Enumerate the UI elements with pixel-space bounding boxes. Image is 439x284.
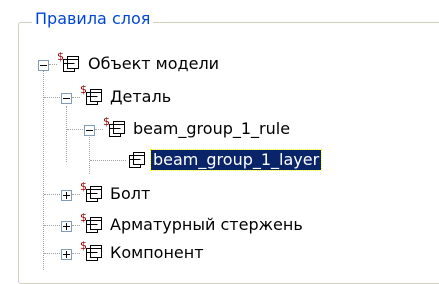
tree-item-label: Компонент [110,243,204,262]
tree-item-label: Деталь [110,87,172,106]
window-tree-node-icon [86,217,102,233]
tree-item-beam-group-layer[interactable]: beam_group_1_layer [0,147,439,173]
tree-item-label: Болт [110,184,151,203]
plus-box-icon[interactable] [61,249,72,260]
tree-item-label: beam_group_1_rule [133,119,291,138]
window-tree-node-icon [86,89,102,105]
tree-item-label: Арматурный стержень [110,215,303,234]
minus-box-icon[interactable] [61,93,72,104]
window-tree-node-icon [86,186,102,202]
tree-item-model-object[interactable]: $ Объект модели [0,51,439,77]
layer-rules-tree: $ Объект модели $ Деталь $ beam_group_1_… [0,0,439,272]
window-tree-node-icon [63,56,79,72]
tree-item-bolt[interactable]: $ Болт [0,181,439,207]
tree-item-rebar[interactable]: $ Арматурный стержень [0,212,439,238]
tree-item-label-selected: beam_group_1_layer [149,149,323,171]
plus-box-icon[interactable] [61,190,72,201]
window-tree-node-icon [109,121,125,137]
window-tree-node-icon [86,245,102,261]
minus-box-icon[interactable] [38,60,49,71]
tree-item-detail[interactable]: $ Деталь [0,84,439,110]
plus-box-icon[interactable] [61,221,72,232]
minus-box-icon[interactable] [84,125,95,136]
window-tree-node-icon [129,152,145,168]
tree-item-label: Объект модели [88,54,220,73]
tree-item-beam-group-rule[interactable]: $ beam_group_1_rule [0,116,439,142]
tree-item-component[interactable]: $ Компонент [0,240,439,266]
